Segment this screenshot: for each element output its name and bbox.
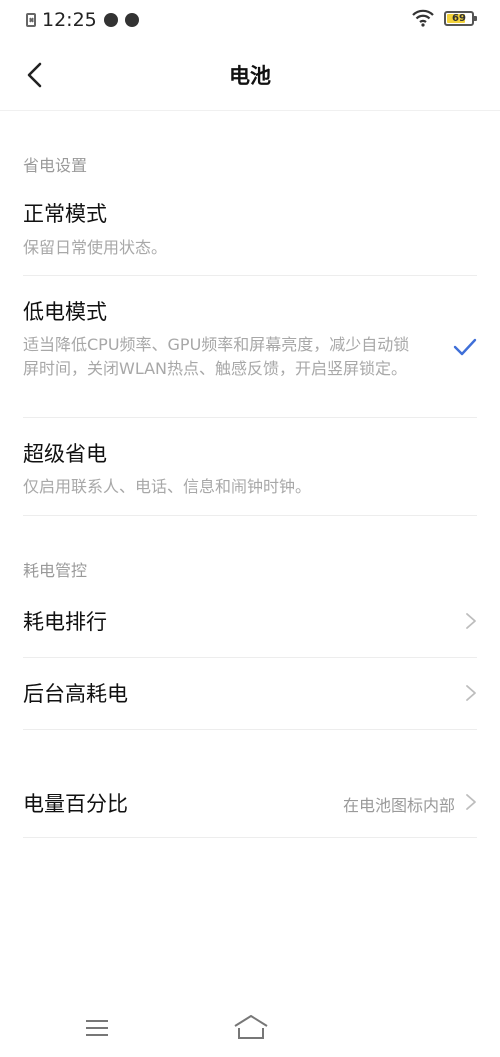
mode-description: 仅启用联系人、电话、信息和闹钟时钟。 — [23, 477, 312, 496]
mode-title: 超级省电 — [23, 442, 107, 466]
status-bar: 12:25 69 — [0, 0, 500, 40]
list-item-power-ranking[interactable]: 耗电排行 — [23, 586, 477, 658]
battery-level: 69 — [452, 12, 466, 24]
section-header-power-control: 耗电管控 — [23, 561, 88, 580]
mode-title: 低电模式 — [23, 300, 107, 324]
item-value: 在电池图标内部 — [342, 796, 455, 815]
mode-row-super-saving[interactable]: 超级省电 仅启用联系人、电话、信息和闹钟时钟。 — [23, 418, 477, 516]
notification-icon — [103, 13, 118, 27]
status-left: 12:25 — [26, 9, 139, 31]
chevron-right-icon — [466, 685, 476, 701]
list-item-background-power[interactable]: 后台高耗电 — [23, 658, 477, 730]
title-bar: 电池 — [0, 40, 500, 111]
chevron-right-icon — [466, 794, 476, 810]
chevron-right-icon — [466, 613, 476, 629]
item-title: 电量百分比 — [23, 792, 128, 816]
mode-description: 适当降低CPU频率、GPU频率和屏幕亮度，减少自动锁屏时间，关闭WLAN热点、触… — [23, 335, 410, 378]
notification-icon — [124, 13, 139, 27]
status-right: 69 — [412, 9, 477, 27]
item-title: 耗电排行 — [23, 610, 107, 634]
mode-description: 保留日常使用状态。 — [23, 238, 168, 257]
mode-title: 正常模式 — [23, 202, 107, 226]
wifi-icon — [412, 9, 434, 27]
mode-row-normal[interactable]: 正常模式 保留日常使用状态。 — [23, 190, 477, 276]
no-sim-icon — [26, 13, 36, 27]
section-header-power-saving: 省电设置 — [23, 156, 88, 175]
page-title: 电池 — [229, 64, 271, 88]
mode-row-low-power[interactable]: 低电模式 适当降低CPU频率、GPU频率和屏幕亮度，减少自动锁屏时间，关闭WLA… — [23, 276, 477, 418]
navigation-bar — [0, 990, 500, 1057]
battery-icon: 69 — [444, 10, 477, 26]
list-item-battery-percentage[interactable]: 电量百分比 在电池图标内部 — [23, 764, 477, 838]
check-icon — [453, 338, 477, 356]
home-icon[interactable] — [232, 1014, 270, 1040]
menu-icon[interactable] — [84, 1018, 110, 1038]
status-time: 12:25 — [42, 9, 97, 31]
item-title: 后台高耗电 — [23, 682, 128, 706]
